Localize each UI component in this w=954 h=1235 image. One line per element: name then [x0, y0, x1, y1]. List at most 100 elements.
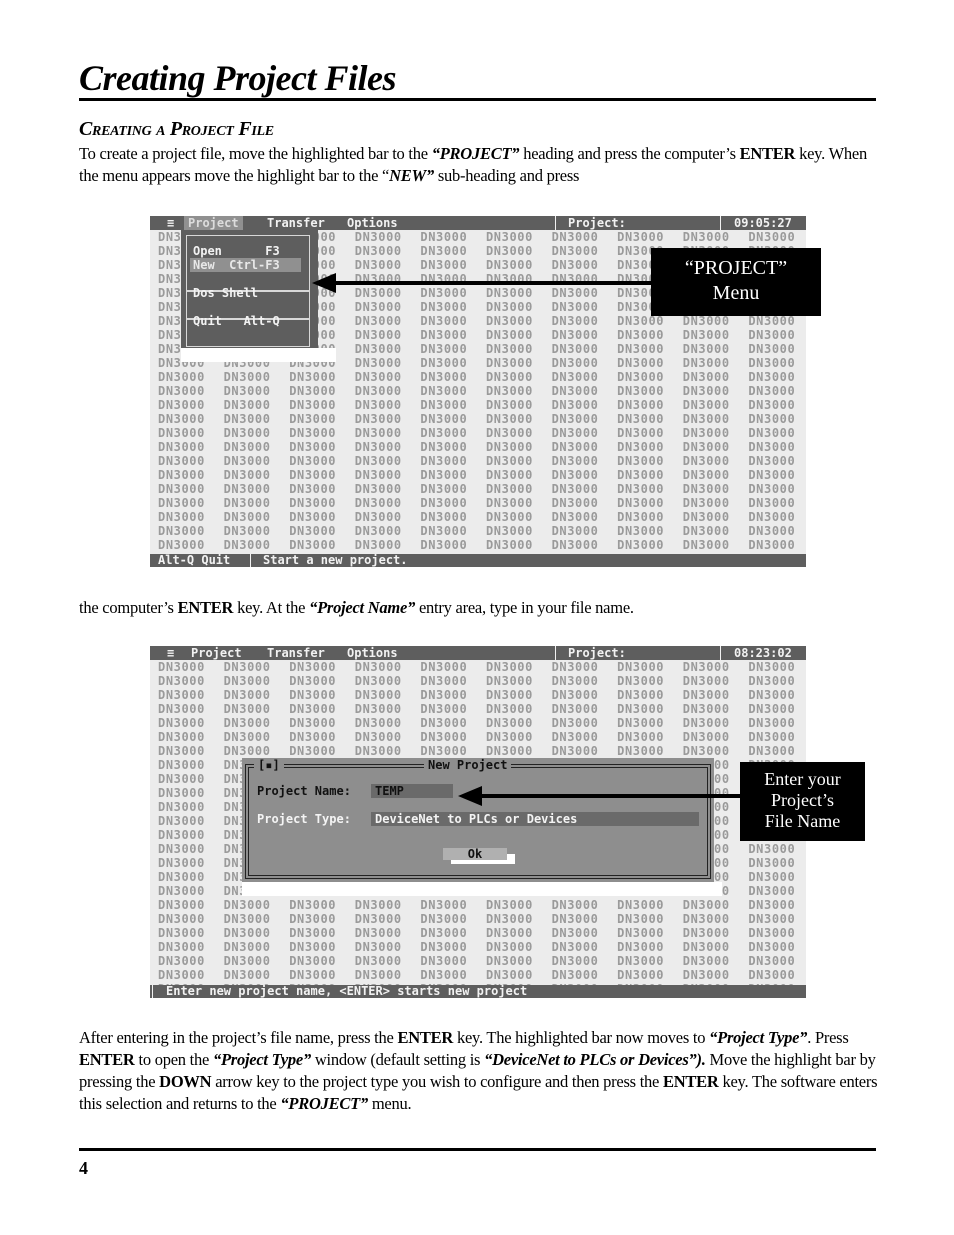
grid-cell: DN3000	[158, 384, 205, 398]
grid-cell: DN3000	[682, 954, 730, 968]
grid-row: DN3000 DN3000 DN3000 DN3000 DN3000 DN3000 DN30…	[150, 940, 806, 954]
grid-row: DN3000 DN3000 DN3000 DN3000 DN3000 DN3000 DN30…	[150, 370, 806, 384]
grid-cell: DN3000	[223, 744, 271, 758]
grid-cell: DN3000	[551, 300, 599, 314]
grid-cell: DN3000	[617, 660, 665, 674]
grid-cell: DN3000	[223, 426, 271, 440]
grid-cell: DN3000	[551, 510, 599, 524]
menu-item-open[interactable]: Open F3	[193, 244, 280, 258]
grid-cell: DN3000	[158, 730, 205, 744]
grid-cell: DN3000	[617, 482, 665, 496]
grid-cell: DN3000	[682, 968, 730, 982]
grid-row: DN3000 DN3000 DN3000 DN3000 DN3000 DN3000 DN30…	[150, 412, 806, 426]
menu-project[interactable]: Project	[191, 646, 242, 660]
grid-cell: DN3000	[682, 716, 730, 730]
grid-cell: DN3000	[354, 496, 402, 510]
grid-cell: DN3000	[289, 482, 337, 496]
grid-cell: DN3000	[354, 244, 402, 258]
grid-cell: DN3000	[289, 702, 337, 716]
grid-cell: DN3000	[420, 356, 468, 370]
callout-file-name: Enter your Project’s File Name	[740, 762, 865, 841]
grid-cell: DN3000	[354, 730, 402, 744]
grid-cell: DN3000	[289, 926, 337, 940]
grid-cell: DN3000	[223, 454, 271, 468]
project-name-input[interactable]: TEMP	[371, 784, 453, 798]
menu-item-dos-shell[interactable]: Dos Shell	[193, 286, 258, 300]
grid-cell: DN3000	[551, 926, 599, 940]
grid-cell: DN3000	[354, 744, 402, 758]
grid-cell: DN3000	[485, 426, 533, 440]
grid-cell: DN3000	[617, 440, 665, 454]
grid-cell: DN3000	[748, 954, 796, 968]
grid-cell: DN3000	[354, 398, 402, 412]
grid-cell: DN3000	[682, 898, 730, 912]
grid-cell: DN3000	[289, 912, 337, 926]
hamburger-menu-icon[interactable]: ≡	[167, 216, 174, 230]
grid-cell: DN3000	[354, 482, 402, 496]
grid-cell: DN3000	[485, 510, 533, 524]
grid-row: DN3000 DN3000 DN3000 DN3000 DN3000 DN3000 DN30…	[150, 398, 806, 412]
grid-cell: DN3000	[748, 674, 796, 688]
grid-cell: DN3000	[420, 688, 468, 702]
grid-cell: DN3000	[748, 538, 796, 552]
grid-cell: DN3000	[748, 898, 796, 912]
grid-cell: DN3000	[354, 314, 402, 328]
grid-row: DN3000 DN3000 DN3000 DN3000 DN3000 DN3000 DN30…	[150, 538, 806, 552]
menu-options[interactable]: Options	[347, 646, 398, 660]
grid-cell: DN3000	[485, 342, 533, 356]
grid-cell: DN3000	[289, 688, 337, 702]
ok-button[interactable]: Ok	[443, 848, 507, 860]
grid-cell: DN3000	[420, 674, 468, 688]
grid-cell: DN3000	[617, 454, 665, 468]
grid-cell: DN3000	[354, 912, 402, 926]
grid-cell: DN3000	[420, 398, 468, 412]
grid-cell: DN3000	[682, 912, 730, 926]
grid-cell: DN3000	[223, 370, 271, 384]
grid-row: DN3000 DN3000 DN3000 DN3000 DN3000 DN3000 DN30…	[150, 482, 806, 496]
grid-cell: DN3000	[748, 426, 796, 440]
grid-cell: DN3000	[158, 800, 205, 814]
menu-item-new[interactable]: New Ctrl-F3	[190, 258, 301, 272]
grid-cell: DN3000	[485, 314, 533, 328]
project-type-select[interactable]: DeviceNet to PLCs or Devices	[371, 812, 699, 826]
grid-cell: DN3000	[158, 940, 205, 954]
grid-cell: DN3000	[420, 230, 468, 244]
menu-options[interactable]: Options	[347, 216, 398, 230]
grid-cell: DN3000	[420, 440, 468, 454]
menu-item-quit[interactable]: Quit Alt-Q	[193, 314, 280, 328]
grid-cell: DN3000	[420, 384, 468, 398]
menu-transfer[interactable]: Transfer	[267, 646, 325, 660]
grid-cell: DN3000	[289, 440, 337, 454]
hamburger-menu-icon[interactable]: ≡	[167, 646, 174, 660]
grid-cell: DN3000	[420, 300, 468, 314]
grid-cell: DN3000	[748, 716, 796, 730]
grid-cell: DN3000	[354, 356, 402, 370]
menu-project[interactable]: Project	[184, 216, 243, 230]
grid-cell: DN3000	[682, 314, 730, 328]
grid-cell: DN3000	[748, 412, 796, 426]
grid-row: DN3000 DN3000 DN3000 DN3000 DN3000 DN3000 DN30…	[150, 730, 806, 744]
menu-transfer[interactable]: Transfer	[267, 216, 325, 230]
grid-cell: DN3000	[682, 328, 730, 342]
grid-cell: DN3000	[485, 730, 533, 744]
grid-cell: DN3000	[289, 968, 337, 982]
grid-cell: DN3000	[485, 244, 533, 258]
grid-row: DN3000 DN3000 DN3000 DN3000 DN3000 DN3000 DN30…	[150, 926, 806, 940]
grid-cell: DN3000	[420, 496, 468, 510]
grid-cell: DN3000	[158, 370, 205, 384]
text-run: menu.	[367, 1094, 412, 1113]
grid-cell: DN3000	[420, 426, 468, 440]
grid-cell: DN3000	[551, 398, 599, 412]
grid-cell: DN3000	[223, 398, 271, 412]
text-run: After entering in the project’s file nam…	[79, 1028, 398, 1047]
grid-cell: DN3000	[158, 814, 205, 828]
dialog-close-button[interactable]: [▪]	[254, 758, 284, 772]
grid-cell: DN3000	[748, 884, 796, 898]
grid-cell: DN3000	[617, 524, 665, 538]
clock: 08:23:02	[734, 646, 792, 660]
grid-cell: DN3000	[551, 744, 599, 758]
grid-cell: DN3000	[617, 940, 665, 954]
grid-cell: DN3000	[617, 968, 665, 982]
text-run: key. The highlighted bar now moves to	[453, 1028, 710, 1047]
grid-cell: DN3000	[158, 660, 205, 674]
